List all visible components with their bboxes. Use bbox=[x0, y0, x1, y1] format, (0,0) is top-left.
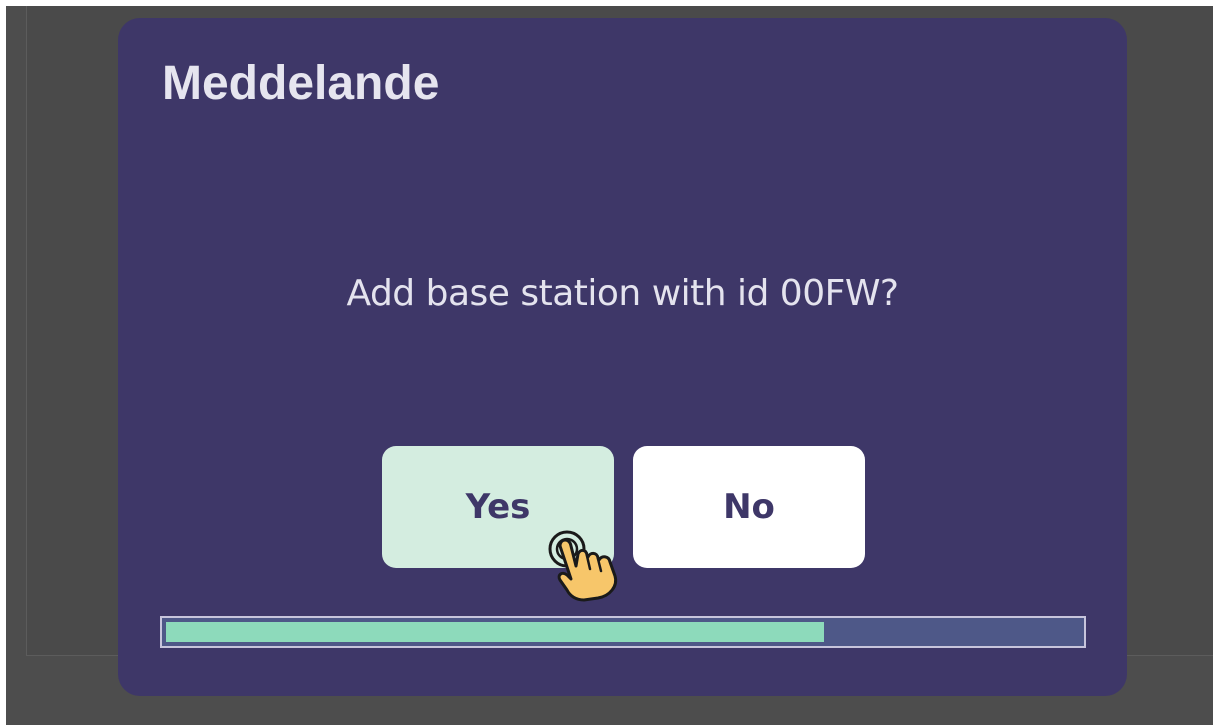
dialog-title: Meddelande bbox=[162, 57, 440, 110]
window-left-edge bbox=[0, 0, 6, 725]
progress-bar-fill bbox=[166, 622, 824, 642]
hand-pointer-icon bbox=[548, 530, 618, 602]
no-button[interactable]: No bbox=[633, 446, 865, 568]
progress-bar bbox=[160, 616, 1086, 648]
dialog-message: Add base station with id 00FW? bbox=[346, 273, 899, 314]
